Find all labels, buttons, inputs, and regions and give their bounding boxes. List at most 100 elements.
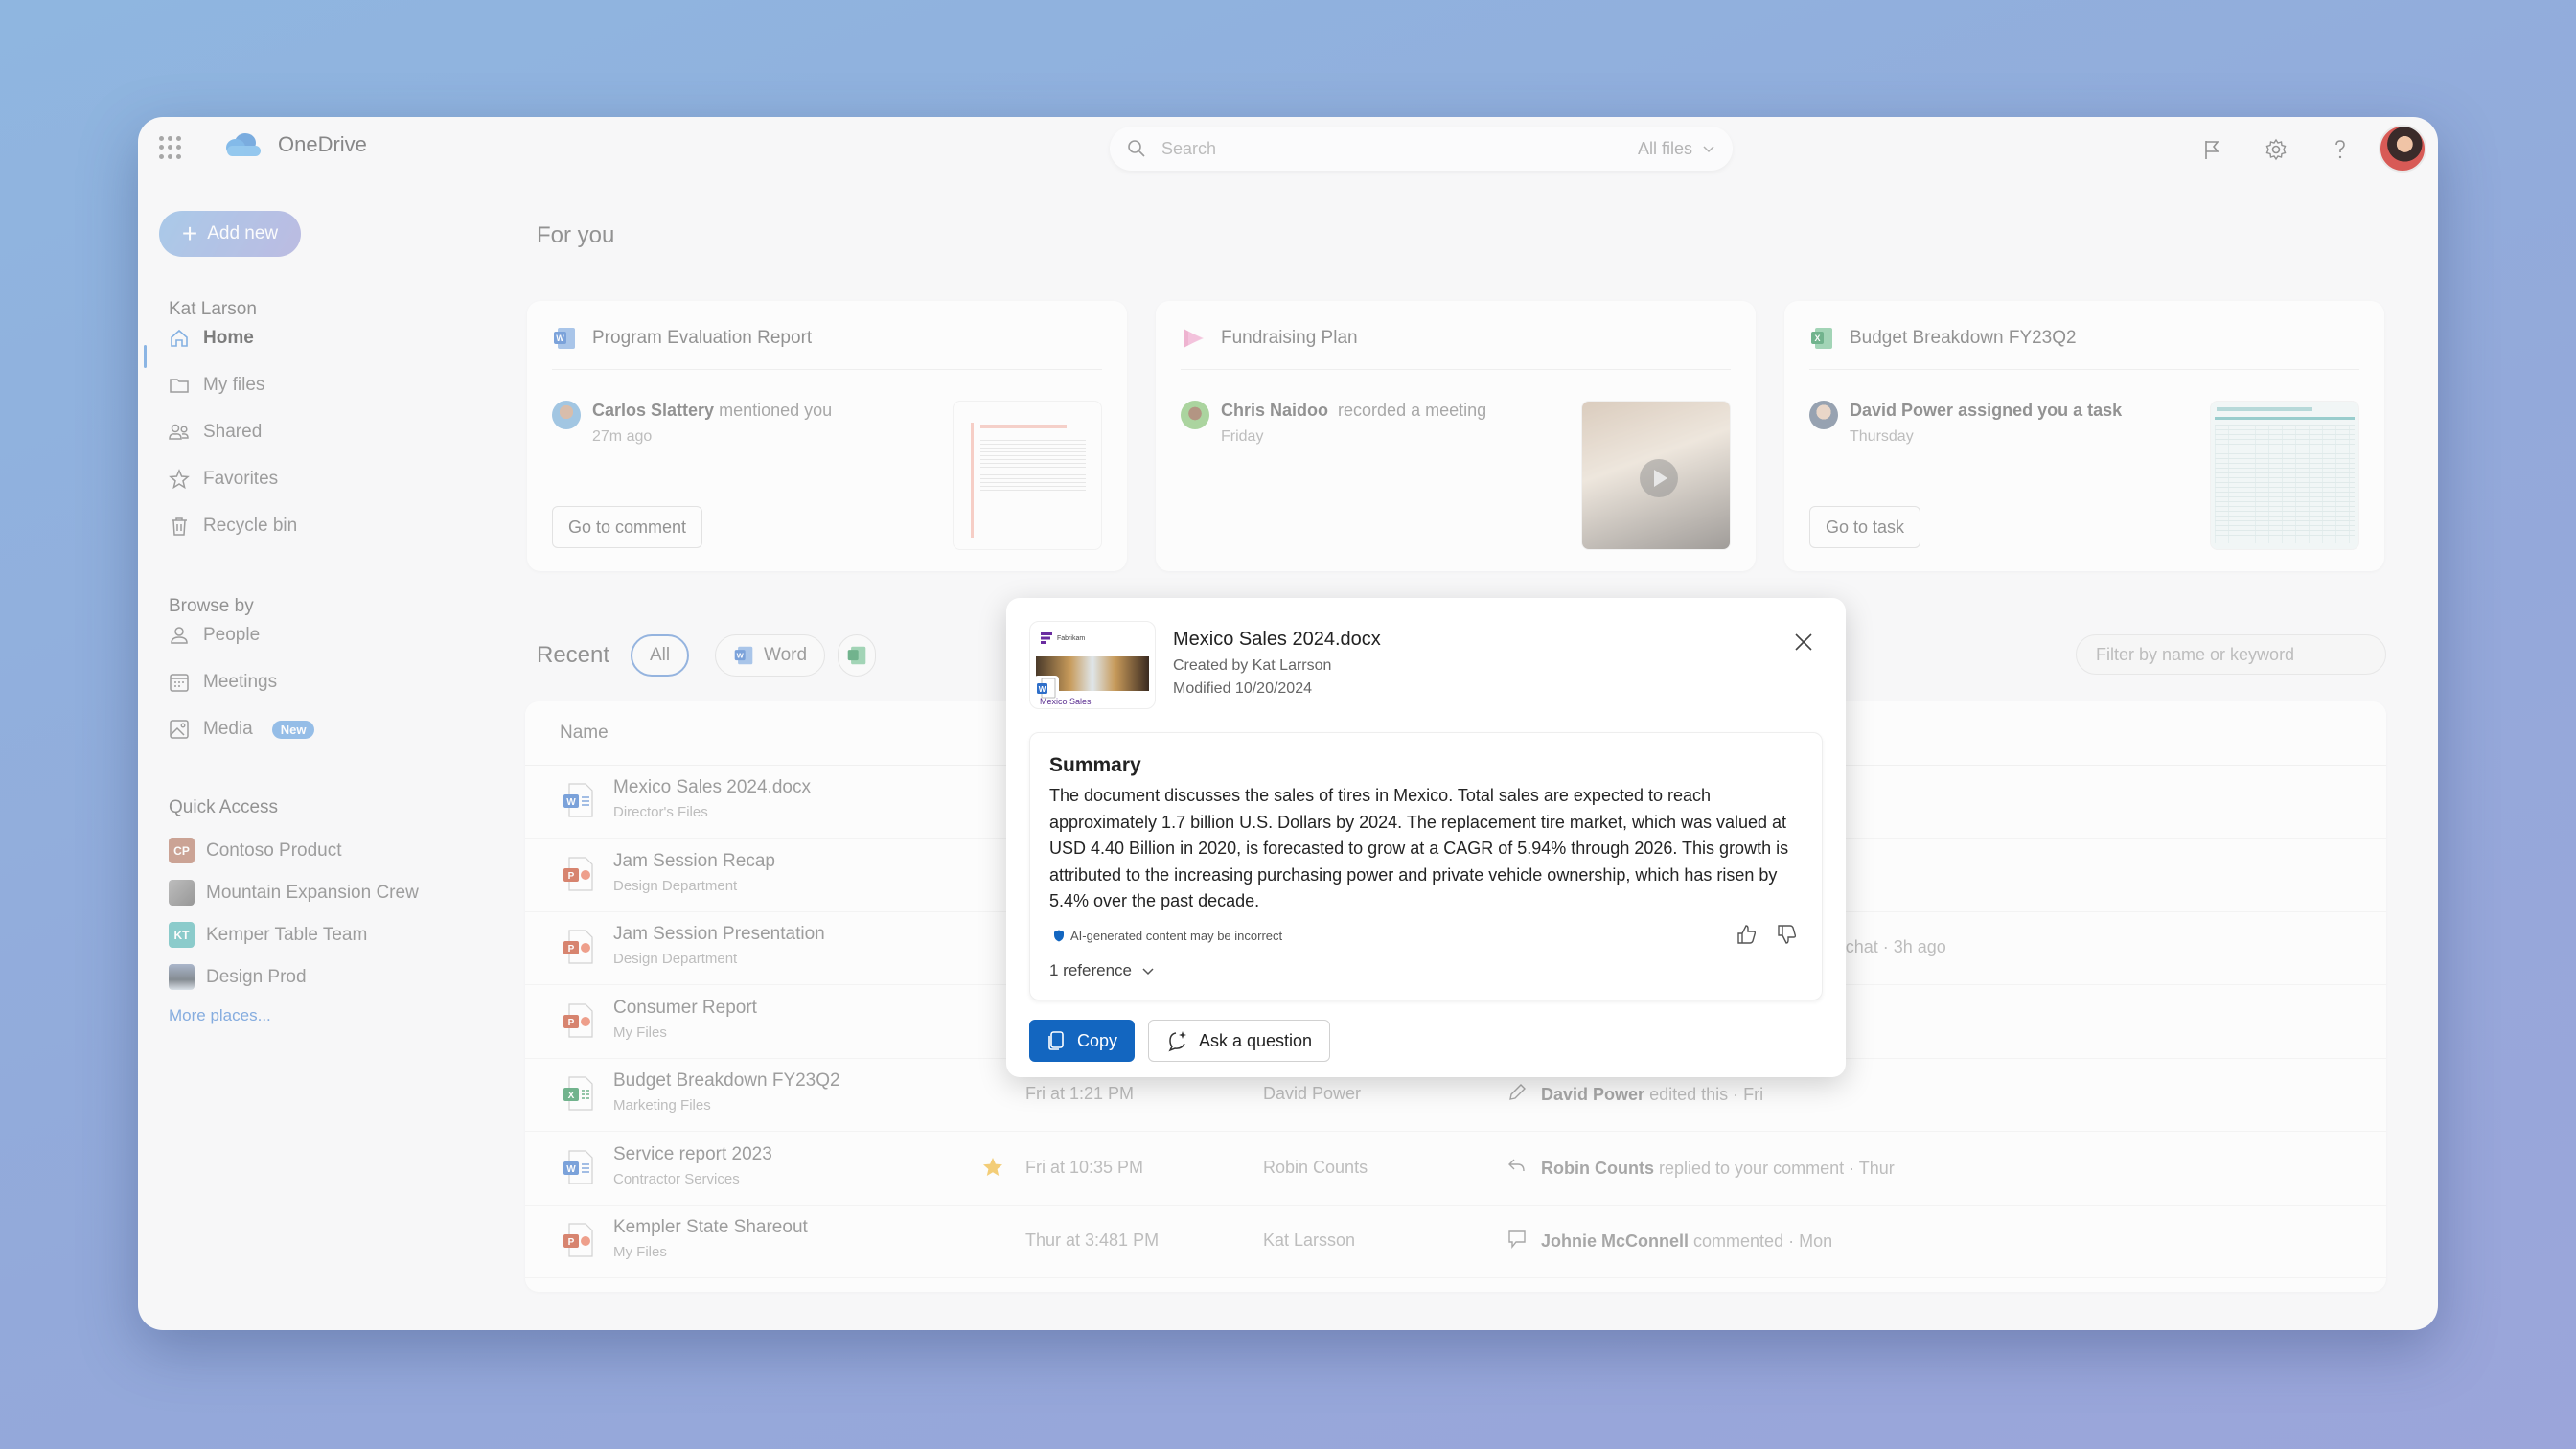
app-name: OneDrive [278,132,367,156]
meeting-recording-thumbnail[interactable] [1581,401,1731,550]
card-activity: Carlos Slattery mentioned you 27m ago [552,401,832,446]
file-preview-thumbnail[interactable]: Fabrikam W Mexico Sales [1029,621,1156,709]
activity-text: commented · Mon [1693,1231,1833,1251]
summary-card: Summary The document discusses the sales… [1029,732,1823,1000]
app-launcher-icon[interactable] [159,136,182,159]
word-icon: W [734,646,753,665]
popup-file-name[interactable]: Mexico Sales 2024.docx [1173,629,1381,651]
svg-text:P: P [568,1237,575,1248]
references-toggle[interactable]: 1 reference [1049,961,1155,980]
thumbs-up-icon[interactable] [1736,923,1759,946]
chevron-down-icon [1142,968,1154,976]
card-action: mentioned you [719,401,833,420]
sidebar-item-home[interactable]: Home [169,322,254,355]
file-owner: Robin Counts [1263,1157,1368,1177]
search-scope-dropdown[interactable]: All files [1638,139,1715,159]
svg-text:W: W [566,1164,576,1175]
close-icon[interactable] [1792,631,1815,654]
go-to-comment-button[interactable]: Go to comment [552,506,703,548]
chevron-down-icon [1703,146,1714,153]
ask-a-question-button[interactable]: Ask a question [1148,1020,1331,1062]
flag-icon[interactable] [2198,136,2225,163]
star-icon [169,469,190,490]
file-name[interactable]: Jam Session Recap [613,851,775,872]
brand[interactable]: OneDrive [224,132,367,157]
search-box[interactable]: Search All files [1110,126,1733,171]
activity-text: edited this · Fri [1649,1085,1764,1104]
excel-icon: X [1811,327,1832,349]
for-you-card[interactable]: W Program Evaluation Report Carlos Slatt… [527,301,1127,571]
thumbs-down-icon[interactable] [1776,923,1799,946]
user-avatar[interactable] [2379,125,2426,172]
file-name[interactable]: Mexico Sales 2024.docx [613,777,811,798]
more-places-link[interactable]: More places... [169,1006,271,1025]
search-scope-label: All files [1637,138,1692,158]
for-you-card[interactable]: Fundraising Plan Chris Naidoo recorded a… [1156,301,1756,571]
sidebar-item-people[interactable]: People [169,619,260,652]
popup-modified: Modified 10/20/2024 [1173,680,1312,697]
quick-access-item[interactable]: KT Kemper Table Team [169,922,367,948]
file-activity: David Power edited this · Fri [1506,1082,1763,1108]
sidebar-item-favorites[interactable]: Favorites [169,463,278,495]
trash-icon [169,516,190,537]
file-location: Director's Files [613,804,708,820]
add-new-button[interactable]: + Add new [159,211,301,257]
copy-button[interactable]: Copy [1029,1020,1136,1062]
calendar-icon [169,672,190,693]
file-name[interactable]: Consumer Report [613,998,757,1019]
card-header: W Program Evaluation Report [552,324,1102,370]
filter-input[interactable]: Filter by name or keyword [2076,634,2386,675]
word-icon: W [554,327,575,349]
sidebar-item-my-files[interactable]: My files [169,369,264,402]
table-row[interactable]: W Service report 2023 Contractor Service… [525,1133,2386,1206]
sidebar-item-shared[interactable]: Shared [169,416,262,448]
gear-icon[interactable] [2263,136,2289,163]
image-icon [169,719,190,740]
quick-access-item[interactable]: Mountain Expansion Crew [169,880,419,906]
for-you-card[interactable]: X Budget Breakdown FY23Q2 David Power as… [1784,301,2384,571]
file-name[interactable]: Kempler State Shareout [613,1217,808,1238]
file-name[interactable]: Service report 2023 [613,1144,772,1165]
play-icon [1640,459,1678,497]
file-summary-popup: Fabrikam W Mexico Sales Mexico Sales 202… [1006,598,1846,1077]
activity-text: replied to your comment · Thur [1659,1158,1895,1178]
browse-by-heading: Browse by [169,596,254,616]
column-header-name[interactable]: Name [560,723,609,744]
comment-icon [1506,1229,1528,1254]
file-activity: Robin Counts replied to your comment · T… [1506,1156,1895,1182]
filter-pill-label: All [650,645,671,665]
svg-text:P: P [568,871,575,882]
file-location: Marketing Files [613,1097,711,1114]
references-label: 1 reference [1049,961,1132,979]
quick-access-item[interactable]: CP Contoso Product [169,838,342,863]
copy-icon [1048,1031,1064,1050]
site-avatar [169,964,195,990]
feedback-buttons [1736,923,1799,946]
onedrive-window: OneDrive Search All files + Add new Kat … [138,117,2438,1330]
activity-person: David Power [1541,1085,1645,1104]
file-name[interactable]: Budget Breakdown FY23Q2 [613,1070,840,1092]
popup-created-by: Created by Kat Larrson [1173,657,1332,674]
help-icon[interactable] [2327,136,2354,163]
sidebar-item-label: Meetings [203,672,278,692]
top-bar: OneDrive Search All files [138,117,2438,184]
onedrive-cloud-icon [226,133,261,156]
filter-pill-excel[interactable] [838,634,876,677]
sidebar-item-meetings[interactable]: Meetings [169,666,277,699]
filter-pill-all[interactable]: All [631,634,690,677]
sidebar-item-media[interactable]: Media New [169,713,315,746]
card-action: recorded a meeting [1338,401,1487,420]
quick-access-heading: Quick Access [169,797,279,817]
sidebar-item-recycle-bin[interactable]: Recycle bin [169,510,297,542]
filter-pill-word[interactable]: W Word [715,634,826,677]
card-action: assigned you a task [1958,401,2123,420]
file-modified-date: Fri at 1:21 PM [1025,1084,1135,1103]
file-name[interactable]: Jam Session Presentation [613,924,825,945]
sidebar-item-label: Recycle bin [203,516,298,536]
shield-icon [1054,930,1064,942]
search-input[interactable]: Search [1162,139,1638,159]
favorite-star-icon[interactable] [981,1156,1004,1179]
table-row[interactable]: P Kempler State Shareout My Files Thur at… [525,1206,2386,1278]
quick-access-item[interactable]: Design Prod [169,964,307,990]
go-to-task-button[interactable]: Go to task [1809,506,1921,548]
